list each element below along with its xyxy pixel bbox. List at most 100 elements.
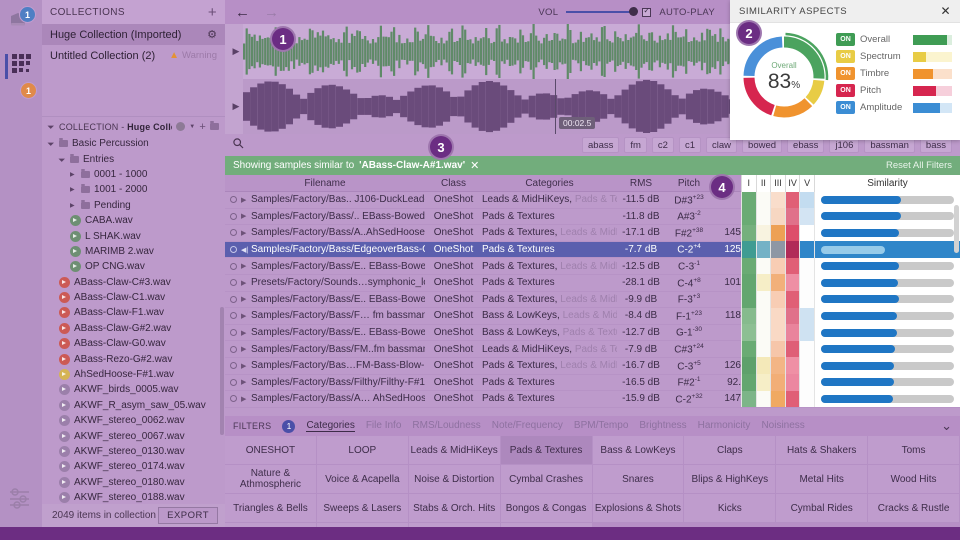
- aspect-toggle[interactable]: ON: [836, 33, 855, 46]
- play-icon[interactable]: ▶: [241, 329, 247, 337]
- waveform-play-icon[interactable]: [70, 261, 81, 273]
- chevron-down-icon[interactable]: ◢: [58, 154, 68, 164]
- row-select-radio[interactable]: [230, 378, 237, 386]
- filter-tab[interactable]: Note/Frequency: [492, 420, 563, 432]
- aspect-toggle[interactable]: ON: [836, 50, 855, 63]
- row-select-radio[interactable]: [230, 312, 237, 320]
- play-icon[interactable]: ▶: [241, 395, 247, 403]
- column-header[interactable]: V: [799, 175, 814, 192]
- rail-item-library[interactable]: 1: [0, 0, 42, 46]
- chevron-right-icon[interactable]: ▶: [70, 171, 77, 178]
- waveform-play-icon[interactable]: [59, 476, 70, 488]
- waveform-play-icon[interactable]: [59, 322, 70, 334]
- row-select-radio[interactable]: [230, 279, 237, 287]
- tree-file[interactable]: AKWF_R_asym_saw_05.wav: [42, 398, 225, 413]
- waveform-play-icon[interactable]: [70, 215, 81, 227]
- play-icon[interactable]: ▶: [241, 262, 247, 270]
- forward-button[interactable]: →: [264, 5, 279, 20]
- tree-file[interactable]: ABass-Claw-F1.wav: [42, 305, 225, 320]
- row-select-radio[interactable]: [230, 395, 237, 403]
- play-icon[interactable]: ▶: [241, 229, 247, 237]
- row-select-radio[interactable]: [230, 262, 237, 270]
- table-row[interactable]: ▶Presets/Factory/Sounds…symphonic_loop.w…: [225, 274, 960, 292]
- gear-icon[interactable]: ⚙: [207, 28, 217, 41]
- table-row[interactable]: ▶Samples/Factory/Bass/FM..fm bassman_c3.…: [225, 340, 960, 358]
- table-row[interactable]: ▶Samples/Factory/Bass/E.. EBass-Bowed-C2…: [225, 257, 960, 275]
- row-select-radio[interactable]: [230, 196, 237, 204]
- search-tag[interactable]: c1: [678, 137, 702, 153]
- column-header[interactable]: Class: [425, 178, 482, 189]
- category-filter-cell[interactable]: Kicks: [684, 494, 777, 523]
- volume-slider[interactable]: [566, 7, 639, 16]
- filter-tab[interactable]: BPM/Tempo: [574, 420, 628, 432]
- category-filter-cell[interactable]: Metal Hits: [776, 465, 869, 494]
- row-select-radio[interactable]: [230, 362, 237, 370]
- back-button[interactable]: ←: [235, 5, 250, 20]
- category-filter-cell[interactable]: Cymbal Rides: [776, 494, 869, 523]
- filter-tab[interactable]: Noisiness: [761, 420, 804, 432]
- tree-folder[interactable]: ▶ Pending: [42, 198, 225, 213]
- waveform-play-icon[interactable]: [59, 384, 70, 396]
- column-header[interactable]: III: [770, 175, 785, 192]
- tree-file[interactable]: L SHAK.wav: [42, 228, 225, 243]
- tree-file[interactable]: AKWF_stereo_0067.wav: [42, 428, 225, 443]
- play-icon[interactable]: ▶: [241, 345, 247, 353]
- waveform-play-icon[interactable]: [59, 399, 70, 411]
- chevron-down-small-icon[interactable]: ▼: [189, 124, 195, 130]
- table-row[interactable]: ▶Samples/Factory/Bas…FM-Bass-Blow-It-C2.…: [225, 357, 960, 375]
- table-row[interactable]: ▶Samples/Factory/Bass/E.. EBass-Bowed-G0…: [225, 324, 960, 342]
- tree-file[interactable]: AKWF_stereo_0130.wav: [42, 444, 225, 459]
- category-filter-cell[interactable]: Voice & Acapella: [316, 465, 409, 494]
- collection-item[interactable]: Huge Collection (Imported) ⚙: [42, 24, 225, 45]
- filter-tab[interactable]: File Info: [366, 420, 402, 432]
- category-filter-cell[interactable]: Bass & LowKeys: [592, 436, 685, 465]
- waveform-play-icon[interactable]: [59, 461, 70, 473]
- rail-item-settings[interactable]: [9, 487, 31, 512]
- tree-file[interactable]: AKWF_stereo_0188.wav: [42, 490, 225, 504]
- column-header[interactable]: Filename: [225, 178, 425, 189]
- tree-folder[interactable]: ▶ 1001 - 2000: [42, 182, 225, 197]
- aspect-toggle[interactable]: ON: [836, 67, 855, 80]
- tree-file[interactable]: OP CNG.wav: [42, 259, 225, 274]
- tree-file[interactable]: ABass-Rezo-G#2.wav: [42, 351, 225, 366]
- tree-file[interactable]: CABA.wav: [42, 213, 225, 228]
- category-filter-cell[interactable]: Cracks & Rustle: [868, 494, 960, 523]
- category-filter-cell[interactable]: Stabs & Orch. Hits: [408, 494, 501, 523]
- reset-all-filters-button[interactable]: Reset All Filters: [886, 160, 952, 171]
- table-row[interactable]: ▶Samples/Factory/Bas.. J106-DuckLead-D#2…: [225, 191, 960, 209]
- table-row[interactable]: ▶Samples/Factory/Bass/F… fm bassman_e1.w…: [225, 307, 960, 325]
- tree-file[interactable]: ABass-Claw-G0.wav: [42, 336, 225, 351]
- waveform-play-icon[interactable]: [59, 369, 70, 381]
- tree-file[interactable]: AKWF_stereo_0062.wav: [42, 413, 225, 428]
- tree-file[interactable]: AhSedHoose-F#1.wav: [42, 367, 225, 382]
- category-filter-cell[interactable]: Triangles & Bells: [225, 494, 317, 523]
- category-filter-cell[interactable]: Claps: [684, 436, 777, 465]
- tree-file[interactable]: ABass-Claw-G#2.wav: [42, 321, 225, 336]
- column-header[interactable]: Categories: [482, 178, 617, 189]
- waveform-play-icon[interactable]: [59, 307, 70, 319]
- waveform-green[interactable]: [243, 24, 743, 79]
- play-icon-bottom[interactable]: ▶: [229, 79, 243, 134]
- table-row[interactable]: ▶Samples/Factory/Bass/A… AhSedHoose-C1.w…: [225, 390, 960, 408]
- play-icon[interactable]: ▶: [241, 212, 247, 220]
- table-row[interactable]: ▶Samples/Factory/Bass/E.. EBass-Bowed-F2…: [225, 291, 960, 309]
- waveform-purple[interactable]: [243, 79, 743, 134]
- play-icon-top[interactable]: ▶: [229, 24, 243, 79]
- tree-file[interactable]: ABass-Claw-C1.wav: [42, 290, 225, 305]
- tree-file[interactable]: AKWF_stereo_0180.wav: [42, 475, 225, 490]
- category-filter-cell[interactable]: Bongos & Congas: [500, 494, 593, 523]
- filter-tab[interactable]: Categories: [306, 420, 355, 432]
- add-collection-button[interactable]: +: [208, 5, 217, 20]
- column-header[interactable]: IV: [784, 175, 800, 192]
- waveform-play-icon[interactable]: [59, 415, 70, 427]
- row-select-radio[interactable]: [230, 329, 237, 337]
- filter-tab[interactable]: Harmonicity: [698, 420, 751, 432]
- tree-file[interactable]: MARIMB 2.wav: [42, 244, 225, 259]
- category-filter-cell[interactable]: Snares: [592, 465, 685, 494]
- category-filter-cell[interactable]: Nature & Athmospheric: [225, 465, 317, 494]
- waveform-play-icon[interactable]: [59, 492, 70, 504]
- aspect-toggle[interactable]: ON: [836, 101, 855, 114]
- search-tag[interactable]: abass: [582, 137, 620, 153]
- category-filter-cell[interactable]: Leads & MidHiKeys: [408, 436, 501, 465]
- category-filter-cell[interactable]: Noise & Distortion: [408, 465, 501, 494]
